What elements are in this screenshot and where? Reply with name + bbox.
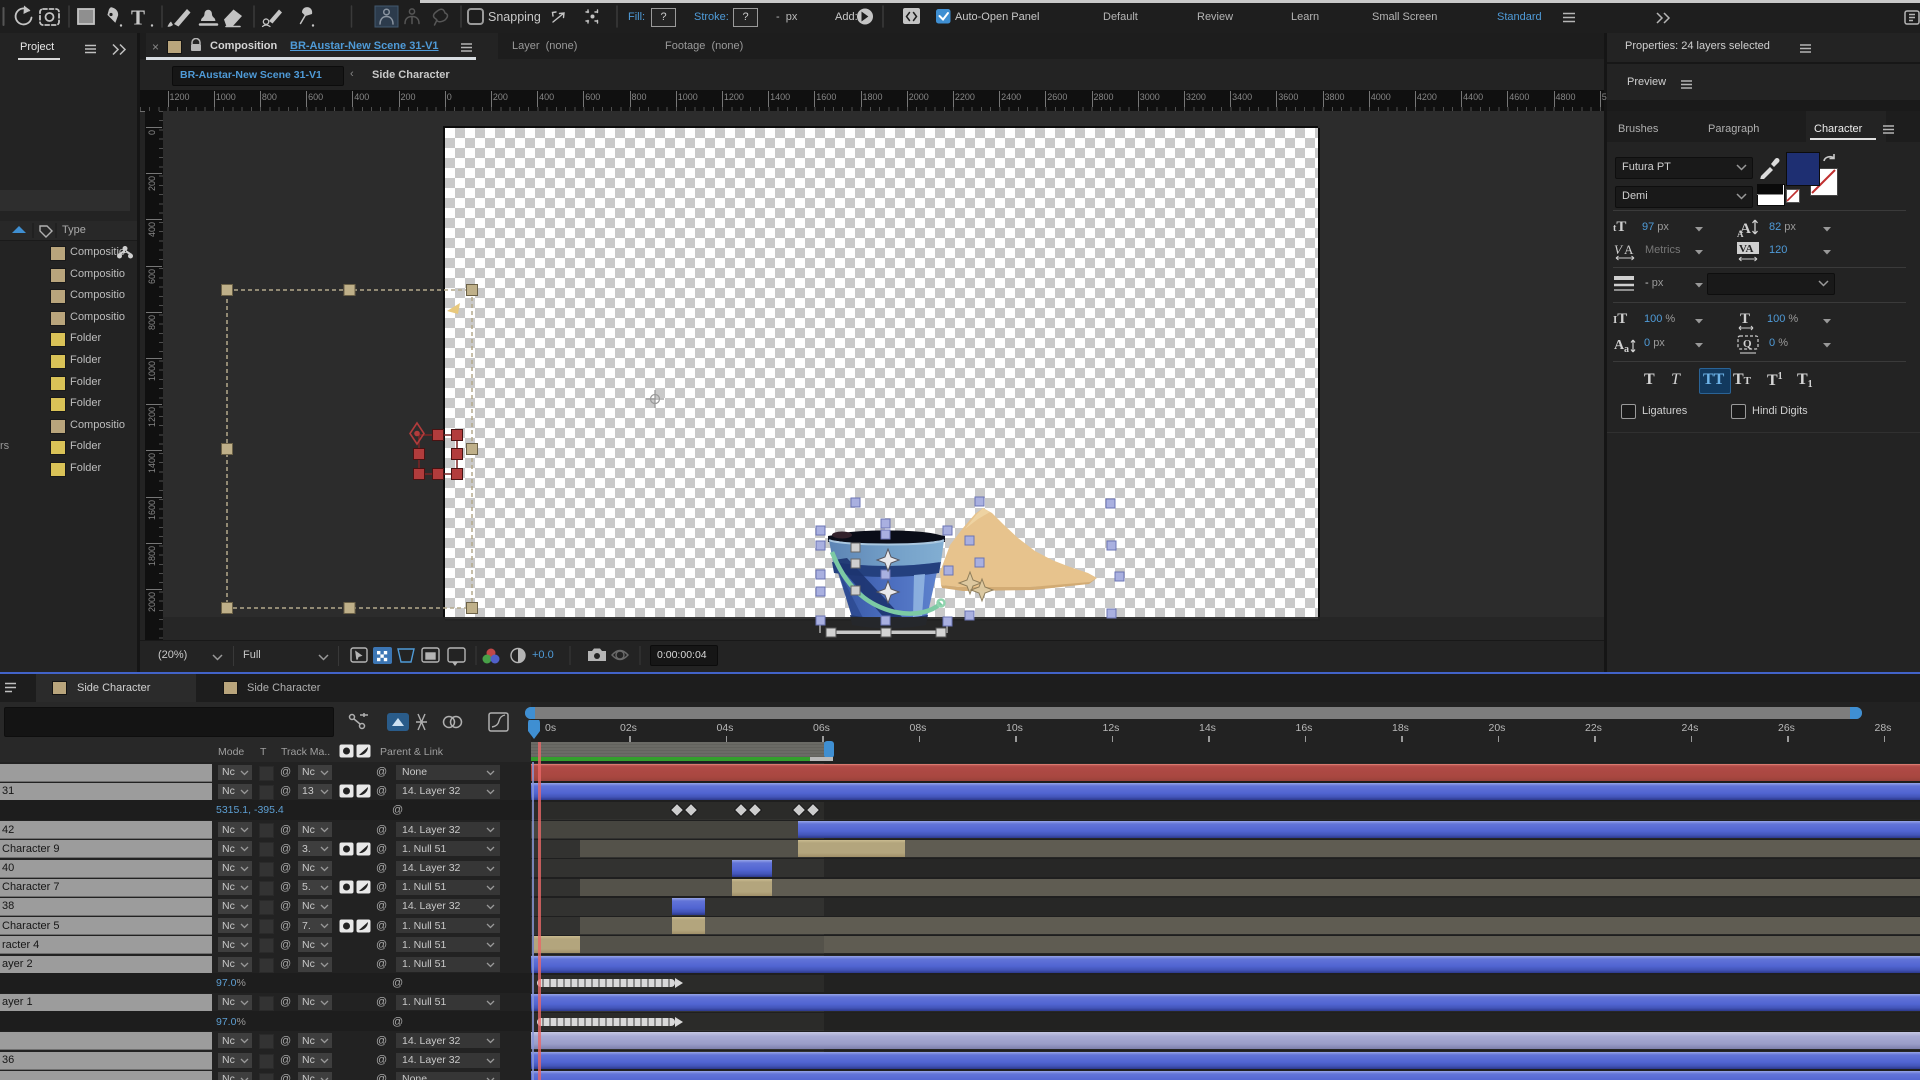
svg-text:V: V [1614, 242, 1624, 257]
svg-text:T: T [1740, 311, 1750, 327]
svg-text:Q: Q [1743, 338, 1752, 350]
svg-text:Snapping: Snapping [488, 10, 541, 24]
svg-text:a: a [1624, 344, 1629, 355]
svg-text:A: A [1624, 242, 1634, 257]
svg-text:T: T [131, 6, 145, 30]
svg-text:VA: VA [1739, 243, 1754, 255]
svg-text:A: A [1737, 229, 1744, 238]
